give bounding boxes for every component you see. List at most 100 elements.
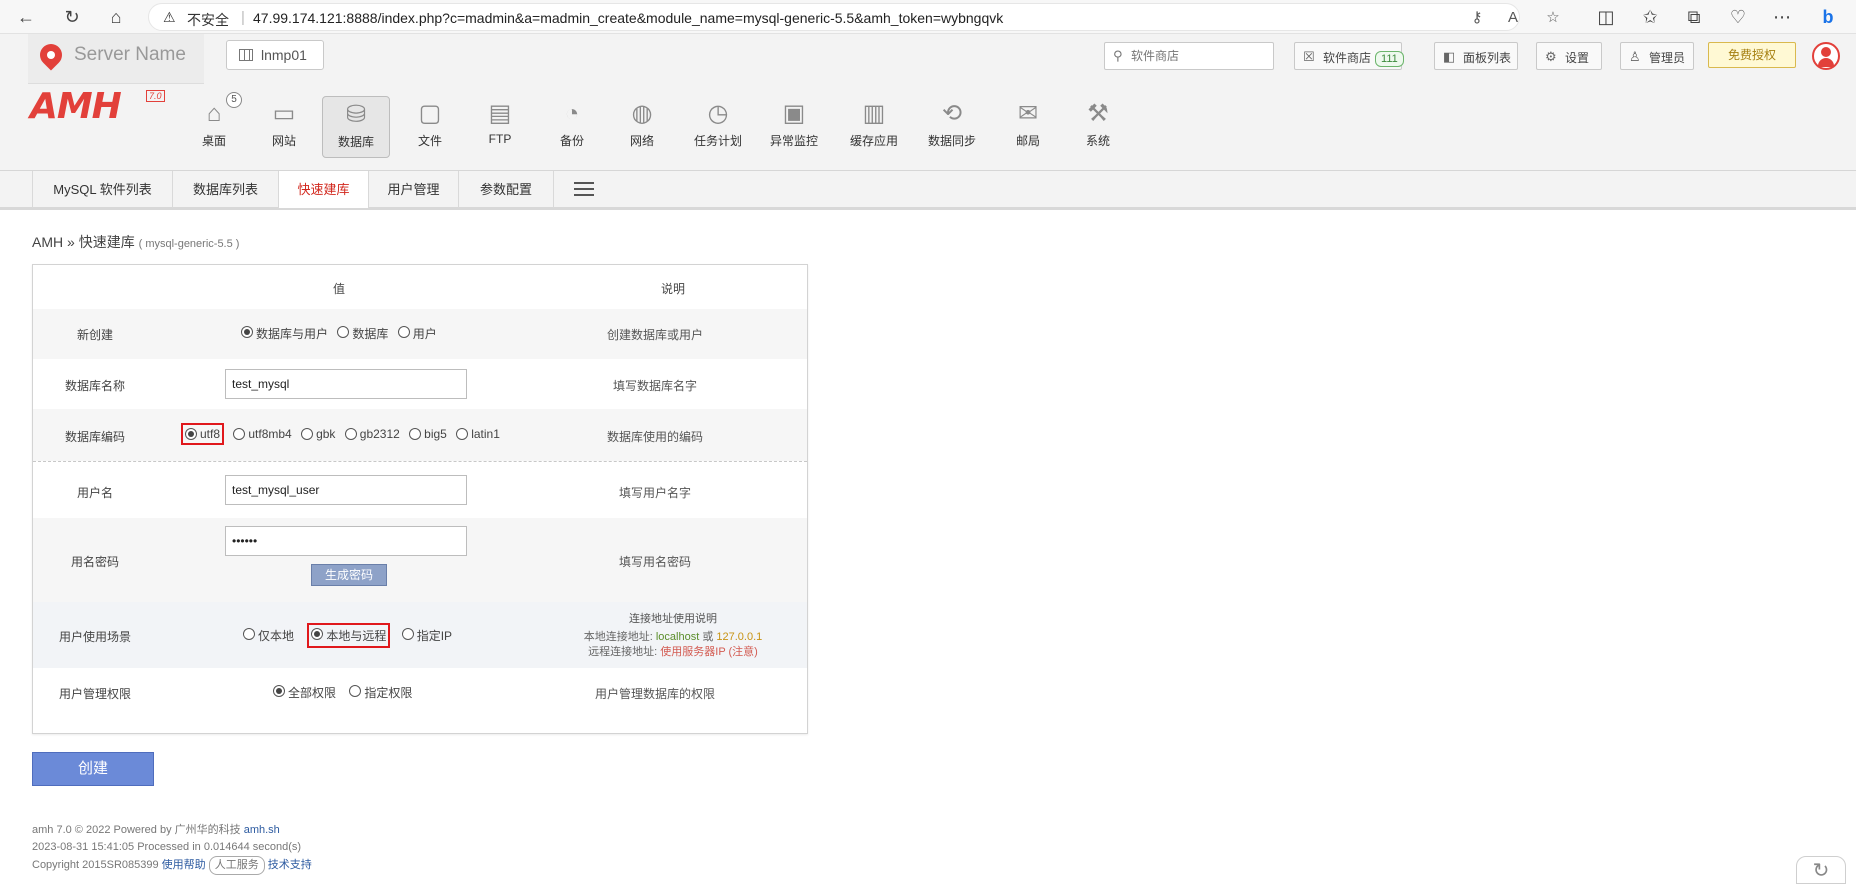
help-link[interactable]: 使用帮助 — [162, 859, 206, 871]
radio-local-and-remote[interactable]: 本地与远程 — [307, 623, 391, 648]
software-store-button[interactable]: ☒ 软件商店 111 — [1294, 42, 1404, 70]
username-input[interactable]: test_mysql_user — [225, 475, 467, 505]
nav-item-1[interactable]: ▭ 网站 — [250, 96, 318, 158]
row-description: 数据库使用的编码 — [606, 430, 703, 444]
radio-specific-permissions[interactable]: 指定权限 — [349, 684, 412, 701]
nav-label: 文件 — [417, 134, 442, 148]
nav-label: 异常监控 — [769, 134, 818, 148]
nav-item-10[interactable]: ⟲ 数据同步 — [918, 96, 986, 158]
radio-user-only[interactable]: 用户 — [397, 325, 437, 342]
split-screen-icon[interactable]: ◫ — [1594, 5, 1618, 29]
favorite-star-icon[interactable]: ☆ — [1541, 6, 1565, 30]
environment-button[interactable]: lnmp01 — [226, 40, 324, 70]
refresh-icon[interactable]: ↻ — [60, 5, 84, 29]
free-license-button[interactable]: 免费授权 — [1708, 42, 1796, 68]
more-icon[interactable]: ⋯ — [1770, 5, 1794, 29]
nav-item-6[interactable]: ◍ 网络 — [608, 96, 676, 158]
column-header-value: 值 — [333, 282, 346, 296]
nav-label: 任务计划 — [693, 134, 742, 148]
db-name-input[interactable]: test_mysql — [225, 369, 467, 399]
nav-item-11[interactable]: ✉ 邮局 — [994, 96, 1062, 158]
read-aloud-icon[interactable]: A — [1501, 6, 1525, 30]
subnav-mysql-list[interactable]: MySQL 软件列表 — [32, 171, 172, 208]
hamburger-menu-icon[interactable] — [574, 182, 594, 196]
encoding-radio-group: utf8 utf8mb4 gbk gb2312 big5 latin1 — [180, 423, 506, 445]
bing-icon[interactable]: b — [1816, 5, 1840, 29]
tech-support-link[interactable]: 技术支持 — [268, 859, 312, 871]
nav-item-4[interactable]: ▤ FTP — [466, 96, 534, 158]
store-search-input[interactable] — [1131, 47, 1269, 65]
extension-icon[interactable]: ♡ — [1726, 5, 1750, 29]
remote-value-link[interactable]: 使用服务器IP (注意) — [660, 646, 758, 658]
key-icon[interactable]: ⚷ — [1465, 6, 1489, 30]
settings-button[interactable]: ⚙ 设置 — [1536, 42, 1602, 70]
store-search[interactable]: ⚲ — [1104, 42, 1274, 70]
corner-refresh-icon[interactable]: ↻ — [1796, 856, 1846, 884]
radio-db-only[interactable]: 数据库 — [337, 325, 388, 342]
radio-local-only[interactable]: 仅本地 — [243, 627, 294, 644]
breadcrumb-root[interactable]: AMH — [32, 234, 63, 250]
avatar-icon[interactable] — [1812, 42, 1840, 70]
grid-icon — [239, 49, 253, 61]
row-create-type: 新创建 数据库与用户 数据库 用户 创建数据库或用户 — [33, 309, 807, 359]
search-icon: ⚲ — [1113, 48, 1123, 63]
generate-password-button[interactable]: 生成密码 — [311, 564, 387, 586]
admin-label: 管理员 — [1649, 51, 1686, 65]
row-description: 创建数据库或用户 — [606, 328, 703, 342]
nav-item-5[interactable]: ◔ 备份 — [538, 96, 606, 158]
address-bar[interactable]: ⚠ 不安全 | 47.99.174.121:8888/index.php?c=m… — [148, 3, 1560, 31]
subnav-params[interactable]: 参数配置 — [458, 171, 554, 208]
nav-item-12[interactable]: ⚒ 系统 — [1064, 96, 1132, 158]
url-text[interactable]: 47.99.174.121:8888/index.php?c=madmin&a=… — [253, 10, 1003, 26]
row-encoding: 数据库编码 utf8 utf8mb4 gbk gb2312 big5 latin… — [33, 409, 807, 461]
panel-icon: ◧ — [1443, 49, 1456, 64]
radio-gbk[interactable]: gbk — [301, 427, 335, 441]
server-name: Server Name — [74, 44, 186, 65]
gear-icon: ⚙ — [1545, 49, 1557, 64]
globe-icon: ◍ — [631, 100, 653, 127]
collections-icon[interactable]: ⧉ — [1682, 5, 1706, 29]
manual-service-button[interactable]: 人工服务 — [208, 856, 265, 875]
nav-item-9[interactable]: ▥ 缓存应用 — [840, 96, 908, 158]
back-icon[interactable]: ← — [14, 5, 38, 29]
nav-item-7[interactable]: ◷ 任务计划 — [684, 96, 752, 158]
cache-icon: ▥ — [862, 100, 886, 127]
tools-icon: ⚒ — [1087, 100, 1109, 127]
create-button[interactable]: 创建 — [32, 752, 154, 786]
radio-gb2312[interactable]: gb2312 — [344, 427, 400, 441]
password-input[interactable]: •••••• — [225, 526, 467, 556]
nav-item-8[interactable]: ▣ 异常监控 — [760, 96, 828, 158]
favorites-icon[interactable]: ✩ — [1638, 5, 1662, 29]
create-form-panel: 值 说明 新创建 数据库与用户 数据库 用户 创建数据库或用户 数据库名称 te… — [32, 264, 808, 734]
nav-label: 系统 — [1085, 134, 1110, 148]
amh-site-link[interactable]: amh.sh — [244, 824, 280, 836]
breadcrumb: AMH » 快速建库 ( mysql-generic-5.5 ) — [32, 232, 239, 252]
local-connection-line: 本地连接地址: localhost 或 127.0.0.1 — [583, 631, 763, 643]
row-label: 新创建 — [76, 328, 113, 342]
subnav-quick-create[interactable]: 快速建库 — [278, 171, 368, 208]
connection-info-title: 连接地址使用说明 — [629, 613, 717, 625]
amh-header: Server Name lnmp01 ⚲ ☒ 软件商店111 ◧ 面板列表 ⚙ … — [0, 34, 1856, 170]
nav-item-0[interactable]: ⌂ 桌面 5 — [180, 92, 248, 158]
home-icon[interactable]: ⌂ — [104, 5, 128, 29]
radio-utf8mb4[interactable]: utf8mb4 — [233, 427, 292, 441]
subnav-db-list[interactable]: 数据库列表 — [172, 171, 278, 208]
subnav-user-manage[interactable]: 用户管理 — [368, 171, 458, 208]
radio-utf8[interactable]: utf8 — [180, 423, 225, 445]
row-description: 填写用户名字 — [618, 486, 691, 500]
database-icon: ⛁ — [345, 101, 367, 128]
permission-radio-group: 全部权限 指定权限 — [273, 684, 418, 701]
admin-button[interactable]: ♙ 管理员 — [1620, 42, 1694, 70]
store-icon: ☒ — [1303, 49, 1315, 64]
panel-list-button[interactable]: ◧ 面板列表 — [1434, 42, 1518, 70]
radio-specific-ip[interactable]: 指定IP — [401, 627, 452, 644]
row-label: 数据库名称 — [64, 379, 125, 393]
radio-db-and-user[interactable]: 数据库与用户 — [241, 325, 328, 342]
radio-latin1[interactable]: latin1 — [456, 427, 500, 441]
radio-big5[interactable]: big5 — [409, 427, 447, 441]
radio-all-permissions[interactable]: 全部权限 — [273, 684, 336, 701]
nav-label: 数据同步 — [927, 134, 976, 148]
row-password: 用名密码 •••••• 生成密码 填写用名密码 — [33, 518, 807, 602]
nav-item-2[interactable]: ⛁ 数据库 — [322, 96, 390, 158]
nav-item-3[interactable]: ▢ 文件 — [396, 96, 464, 158]
